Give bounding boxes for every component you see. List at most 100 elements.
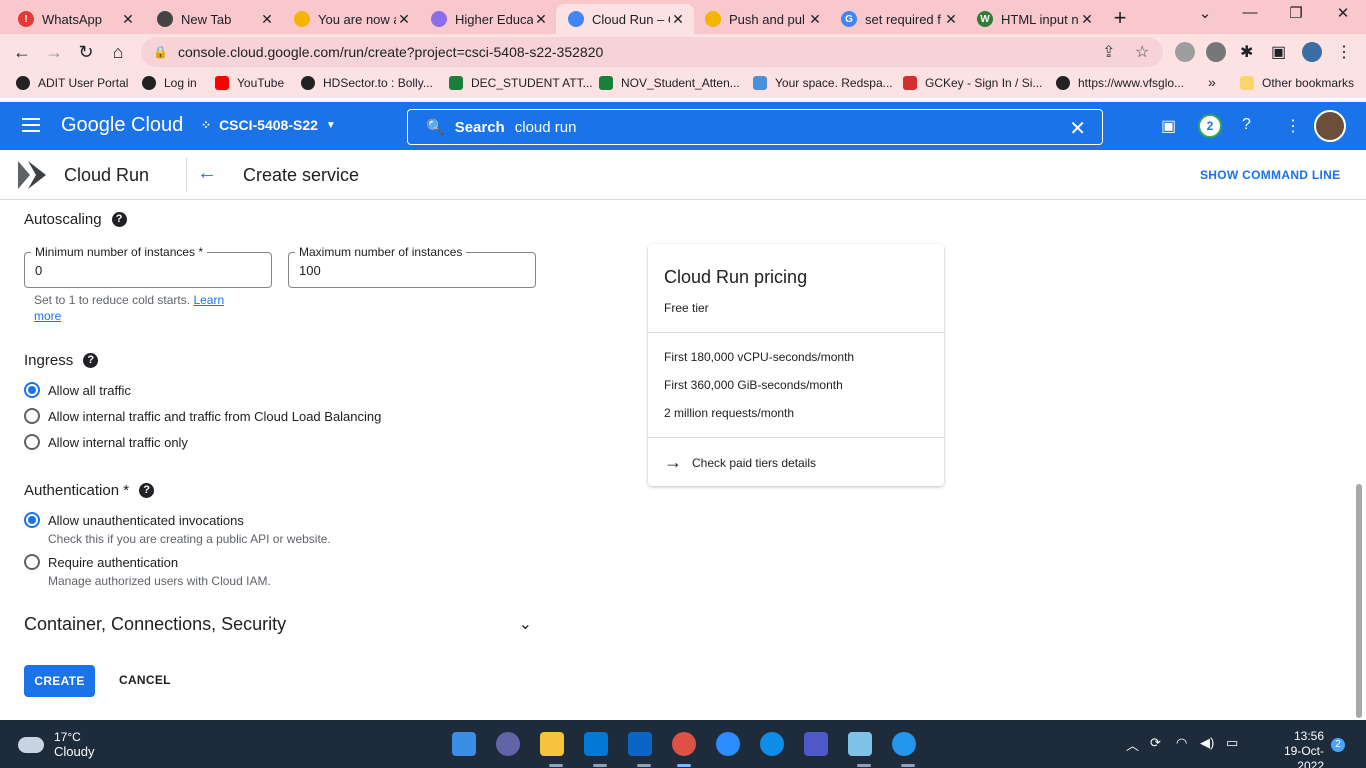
browser-tab-cloud[interactable]: You are now a ✕ bbox=[282, 4, 420, 34]
ingress-option-all[interactable]: Allow all traffic bbox=[24, 382, 131, 398]
browser-tab-new-tab[interactable]: New Tab ✕ bbox=[145, 4, 283, 34]
weather-widget[interactable]: 17°C Cloudy bbox=[18, 730, 94, 759]
teamviewer-icon[interactable] bbox=[760, 732, 784, 756]
wifi-icon[interactable]: ◠ bbox=[1176, 735, 1187, 751]
radio-unselected[interactable] bbox=[24, 434, 40, 450]
system-clock[interactable]: 13:56 19-Oct-2022 bbox=[1270, 729, 1324, 768]
cloud-shell-icon[interactable]: ▣ bbox=[1161, 116, 1176, 136]
help-icon[interactable]: ? bbox=[111, 212, 127, 227]
other-bookmarks-folder[interactable]: Other bookmarks bbox=[1240, 76, 1354, 90]
browser-tab-cloud-run[interactable]: Cloud Run – C ✕ bbox=[556, 4, 694, 34]
account-avatar[interactable] bbox=[1314, 110, 1346, 142]
radio-unselected[interactable] bbox=[24, 554, 40, 570]
radio-selected[interactable] bbox=[24, 512, 40, 528]
cancel-button[interactable]: CANCEL bbox=[119, 673, 171, 687]
extension-shield-icon[interactable] bbox=[1175, 42, 1195, 62]
chrome-icon[interactable] bbox=[672, 732, 696, 756]
browser-tab-higher-education[interactable]: Higher Educa ✕ bbox=[419, 4, 557, 34]
bookmark-item[interactable]: DEC_STUDENT ATT... bbox=[449, 76, 593, 90]
bookmark-item[interactable]: GCKey - Sign In / Si... bbox=[903, 76, 1042, 90]
chat-icon[interactable] bbox=[496, 732, 520, 756]
product-title[interactable]: Cloud Run bbox=[64, 165, 149, 186]
share-icon[interactable]: ⇪ bbox=[1102, 42, 1115, 62]
teams-icon[interactable] bbox=[804, 732, 828, 756]
close-tab-icon[interactable]: ✕ bbox=[943, 11, 959, 28]
new-tab-button[interactable]: + bbox=[1108, 5, 1132, 31]
help-icon[interactable]: ? bbox=[1242, 116, 1251, 134]
forward-icon[interactable]: → bbox=[42, 40, 66, 64]
profile-avatar[interactable] bbox=[1302, 42, 1322, 62]
close-tab-icon[interactable]: ✕ bbox=[259, 11, 275, 28]
ingress-option-internal[interactable]: Allow internal traffic only bbox=[24, 434, 188, 450]
reload-icon[interactable]: ↻ bbox=[74, 40, 98, 64]
browser-tab-whatsapp[interactable]: ! WhatsApp ✕ bbox=[6, 4, 144, 34]
tab-search-icon[interactable]: ⌄ bbox=[1195, 4, 1215, 22]
container-connections-security-expander[interactable]: Container, Connections, Security ⌄ bbox=[24, 614, 536, 638]
bookmark-item[interactable]: HDSector.to : Bolly... bbox=[301, 76, 433, 90]
zoom-icon[interactable] bbox=[716, 732, 740, 756]
extension-icon[interactable] bbox=[1206, 42, 1226, 62]
browser-tab-google-search[interactable]: G set required f ✕ bbox=[829, 4, 967, 34]
back-arrow-icon[interactable]: ← bbox=[197, 162, 217, 185]
windows-start-icon[interactable] bbox=[452, 732, 476, 756]
search-input[interactable]: cloud run bbox=[515, 119, 577, 136]
close-tab-icon[interactable]: ✕ bbox=[533, 11, 549, 28]
volume-icon[interactable]: ◀) bbox=[1200, 735, 1214, 751]
close-tab-icon[interactable]: ✕ bbox=[396, 11, 412, 28]
clear-search-icon[interactable]: ✕ bbox=[1069, 116, 1086, 141]
more-options-icon[interactable]: ⋮ bbox=[1285, 116, 1301, 136]
max-instances-input[interactable] bbox=[299, 263, 499, 278]
puzzle-icon[interactable]: ✱ bbox=[1240, 42, 1253, 62]
close-tab-icon[interactable]: ✕ bbox=[120, 11, 136, 28]
notifications-badge[interactable]: 2 bbox=[1198, 114, 1222, 138]
bookmark-item[interactable]: YouTube bbox=[215, 76, 284, 90]
auth-option-unauthenticated[interactable]: Allow unauthenticated invocations bbox=[24, 512, 244, 528]
bookmark-item[interactable]: https://www.vfsglo... bbox=[1056, 76, 1184, 90]
close-tab-icon[interactable]: ✕ bbox=[670, 11, 686, 28]
menu-icon[interactable]: ⋮ bbox=[1336, 42, 1352, 62]
minimize-button[interactable]: — bbox=[1240, 4, 1260, 21]
search-bar[interactable]: 🔍 Search cloud run ✕ bbox=[407, 109, 1103, 145]
bookmark-item[interactable]: NOV_Student_Atten... bbox=[599, 76, 740, 90]
paid-tiers-link[interactable]: → Check paid tiers details bbox=[664, 452, 816, 473]
close-window-button[interactable]: ✕ bbox=[1333, 4, 1353, 22]
browser-tab-html-input[interactable]: W HTML input n ✕ bbox=[965, 4, 1103, 34]
bookmark-star-icon[interactable]: ☆ bbox=[1135, 42, 1149, 62]
google-cloud-logo[interactable]: Google Cloud bbox=[61, 114, 183, 137]
battery-icon[interactable]: ▭ bbox=[1226, 735, 1238, 751]
radio-selected[interactable] bbox=[24, 382, 40, 398]
outlook-icon[interactable] bbox=[628, 732, 652, 756]
bookmark-item[interactable]: Log in bbox=[142, 76, 197, 90]
bookmark-item[interactable]: ADIT User Portal bbox=[16, 76, 128, 90]
auth-option-require[interactable]: Require authentication bbox=[24, 554, 178, 570]
page-scrollbar[interactable] bbox=[1356, 484, 1362, 718]
home-icon[interactable]: ⌂ bbox=[106, 40, 130, 64]
radio-unselected[interactable] bbox=[24, 408, 40, 424]
back-icon[interactable]: ← bbox=[10, 40, 34, 64]
show-hidden-icons-icon[interactable]: ︿ bbox=[1126, 735, 1139, 754]
max-instances-field[interactable]: Maximum number of instances bbox=[288, 245, 536, 288]
sync-icon[interactable]: ⟳ bbox=[1150, 735, 1161, 751]
bookmark-item[interactable]: Your space. Redspa... bbox=[753, 76, 893, 90]
navigation-menu-icon[interactable] bbox=[22, 118, 40, 132]
close-tab-icon[interactable]: ✕ bbox=[807, 11, 823, 28]
min-instances-input[interactable] bbox=[35, 263, 235, 278]
docker-icon[interactable] bbox=[892, 732, 916, 756]
notification-center-badge[interactable]: 2 bbox=[1331, 738, 1345, 752]
chevron-down-icon[interactable]: ⌄ bbox=[519, 614, 532, 634]
address-bar[interactable]: 🔒 console.cloud.google.com/run/create?pr… bbox=[141, 37, 1163, 67]
project-picker[interactable]: ⁘ CSCI-5408-S22 ▼ bbox=[201, 117, 336, 133]
notepad-icon[interactable] bbox=[848, 732, 872, 756]
more-bookmarks-button[interactable]: » bbox=[1208, 74, 1216, 90]
browser-tab-push-pull[interactable]: Push and pul ✕ bbox=[693, 4, 831, 34]
help-icon[interactable]: ? bbox=[139, 483, 155, 498]
help-icon[interactable]: ? bbox=[83, 353, 99, 368]
close-tab-icon[interactable]: ✕ bbox=[1079, 11, 1095, 28]
file-explorer-icon[interactable] bbox=[540, 732, 564, 756]
restore-button[interactable]: ❐ bbox=[1286, 4, 1306, 22]
show-command-line-button[interactable]: SHOW COMMAND LINE bbox=[1200, 168, 1340, 182]
min-instances-field[interactable]: Minimum number of instances * bbox=[24, 245, 272, 288]
side-panel-icon[interactable]: ▣ bbox=[1271, 42, 1286, 62]
create-button[interactable]: CREATE bbox=[24, 665, 95, 697]
vscode-icon[interactable] bbox=[584, 732, 608, 756]
